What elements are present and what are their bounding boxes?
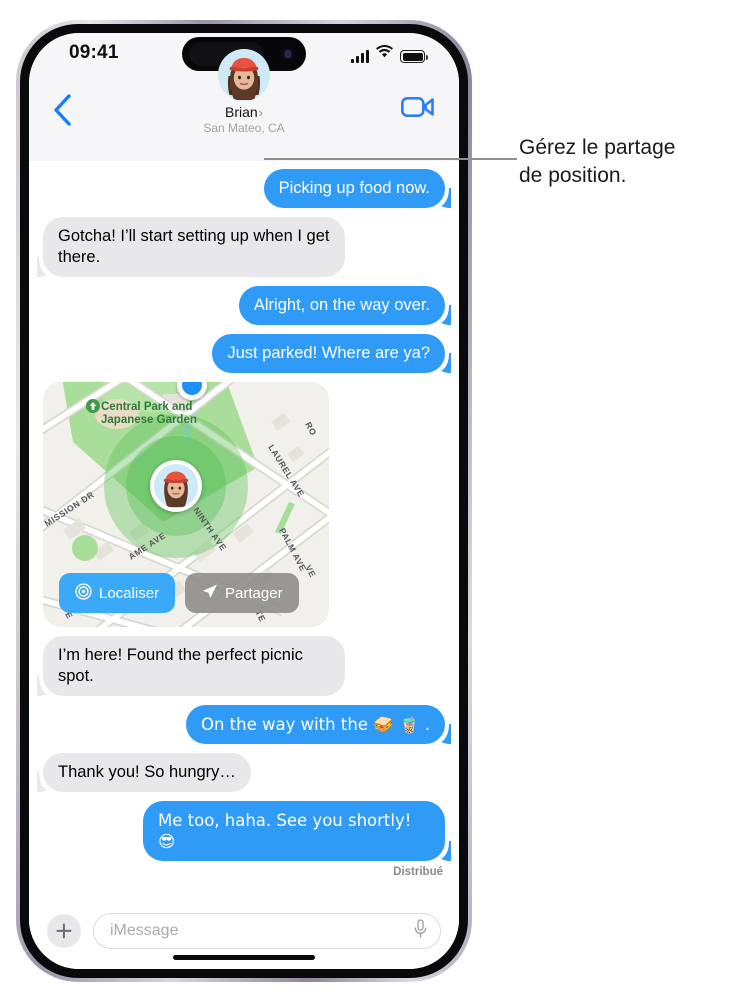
callout-annotation: Gérez le partage de position. xyxy=(519,134,744,190)
microphone-icon[interactable] xyxy=(413,918,428,944)
share-button-label: Partager xyxy=(225,584,283,602)
message-row: On the way with the 🥪 🧋 . xyxy=(43,705,445,744)
device-screen: 09:41 Brian› San Mateo, CA Picking up fo… xyxy=(29,33,459,969)
chevron-right-icon: › xyxy=(258,105,264,120)
message-input-field[interactable]: iMessage xyxy=(93,913,441,949)
message-row: Just parked! Where are ya? xyxy=(43,334,445,373)
svg-text:Japanese Garden: Japanese Garden xyxy=(101,414,197,426)
conversation-header: Brian› San Mateo, CA xyxy=(29,49,459,162)
memoji-avatar xyxy=(218,49,270,101)
contact-name: Brian xyxy=(224,104,258,120)
contact-name-row: Brian› xyxy=(154,104,334,120)
share-button[interactable]: Partager xyxy=(185,573,299,613)
message-bubble-outgoing[interactable]: Me too, haha. See you shortly! 😎 xyxy=(143,801,445,861)
message-bubble-incoming[interactable]: Thank you! So hungry… xyxy=(43,753,251,792)
map-action-buttons: Localiser Partager xyxy=(59,573,299,613)
message-bubble-outgoing[interactable]: Alright, on the way over. xyxy=(238,286,445,325)
contact-details-button[interactable]: Brian› San Mateo, CA xyxy=(154,49,334,135)
wifi-icon xyxy=(376,45,393,63)
message-row: Alright, on the way over. xyxy=(43,286,445,325)
message-row: Picking up food now. xyxy=(43,169,445,208)
message-bubble-outgoing[interactable]: Just parked! Where are ya? xyxy=(212,334,445,373)
status-bar-clock: 09:41 xyxy=(69,42,119,63)
message-row: Me too, haha. See you shortly! 😎 xyxy=(43,801,445,861)
message-thread[interactable]: Picking up food now. Gotcha! I’ll start … xyxy=(29,161,459,893)
message-row: Central Park and Japanese Garden MISSION… xyxy=(43,382,445,627)
message-row: I’m here! Found the perfect picnic spot. xyxy=(43,636,445,696)
send-arrow-icon xyxy=(201,583,218,604)
device-bezel: 09:41 Brian› San Mateo, CA Picking up fo… xyxy=(20,24,468,978)
plus-icon[interactable] xyxy=(47,914,81,948)
video-camera-icon[interactable] xyxy=(400,95,435,124)
contact-location: San Mateo, CA xyxy=(203,121,285,135)
locate-button-label: Localiser xyxy=(99,584,160,602)
callout-line-1: Gérez le partage xyxy=(519,136,676,159)
message-row: Gotcha! I’ll start setting up when I get… xyxy=(43,217,445,277)
message-row: Thank you! So hungry… xyxy=(43,753,445,792)
battery-full-icon xyxy=(400,50,428,63)
back-button[interactable] xyxy=(51,93,81,127)
callout-leader-line xyxy=(264,158,517,160)
iphone-device-frame: 09:41 Brian› San Mateo, CA Picking up fo… xyxy=(16,20,472,982)
message-bubble-incoming[interactable]: Gotcha! I’ll start setting up when I get… xyxy=(43,217,345,277)
message-input-placeholder: iMessage xyxy=(110,922,179,939)
delivery-status: Distribué xyxy=(393,866,443,878)
home-indicator xyxy=(173,955,315,960)
shared-location-map[interactable]: Central Park and Japanese Garden MISSION… xyxy=(43,382,329,627)
callout-line-2: de position. xyxy=(519,164,627,187)
radar-icon xyxy=(75,582,92,604)
message-bubble-outgoing[interactable]: Picking up food now. xyxy=(263,169,445,208)
memoji-location-pin xyxy=(150,460,202,512)
status-bar-icons xyxy=(351,45,428,63)
memoji-avatar xyxy=(154,464,198,508)
locate-button[interactable]: Localiser xyxy=(59,573,176,613)
message-bubble-outgoing[interactable]: On the way with the 🥪 🧋 . xyxy=(185,705,445,744)
message-bubble-incoming[interactable]: I’m here! Found the perfect picnic spot. xyxy=(43,636,345,696)
cellular-bars-icon xyxy=(351,50,369,63)
svg-text:Central Park and: Central Park and xyxy=(101,401,192,413)
